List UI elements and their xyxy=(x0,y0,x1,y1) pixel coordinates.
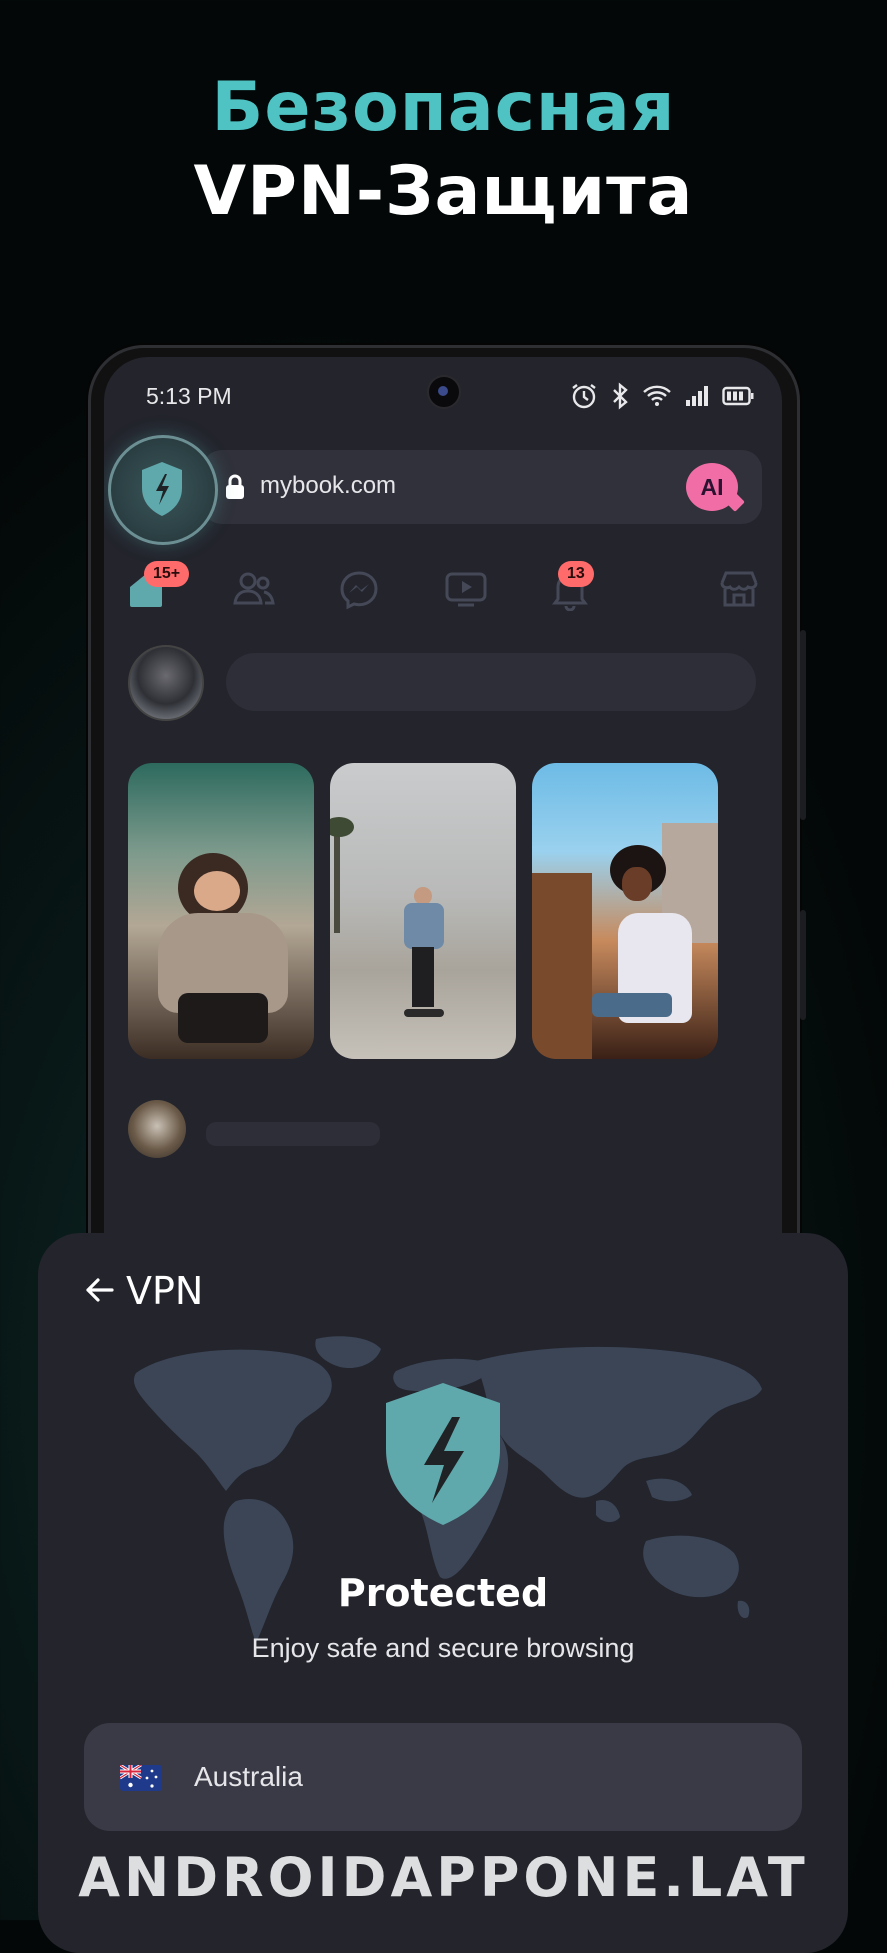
user-avatar[interactable] xyxy=(128,645,204,721)
country-selector[interactable]: Australia xyxy=(84,1723,802,1831)
nav-friends[interactable] xyxy=(232,569,276,613)
post-composer-input[interactable] xyxy=(226,653,756,711)
vpn-button[interactable] xyxy=(108,435,218,545)
address-bar[interactable]: mybook.com AI xyxy=(202,450,762,524)
australia-flag-icon xyxy=(120,1765,162,1791)
lock-icon xyxy=(226,474,244,499)
post-avatar[interactable] xyxy=(128,1100,186,1158)
nav-home[interactable]: 15+ xyxy=(126,561,190,613)
alarm-icon xyxy=(572,384,596,409)
promo-headline-line2: VPN-Защита xyxy=(193,152,694,231)
front-camera xyxy=(427,375,461,409)
shield-bolt-icon xyxy=(386,1383,500,1525)
vpn-status-title: Protected xyxy=(337,1571,549,1615)
story-card[interactable] xyxy=(330,763,516,1059)
url-text: mybook.com xyxy=(260,472,397,499)
post-author-placeholder xyxy=(206,1122,380,1146)
status-bar: 5:13 PM xyxy=(104,357,782,437)
nav-video[interactable] xyxy=(444,569,488,613)
wifi-icon xyxy=(643,385,671,406)
nav-messenger[interactable] xyxy=(338,569,382,613)
notifications-badge: 13 xyxy=(558,561,594,587)
story-card[interactable] xyxy=(532,763,718,1059)
nav-marketplace[interactable] xyxy=(718,569,762,613)
phone-side-button xyxy=(800,910,806,1020)
signal-icon xyxy=(686,386,708,406)
home-badge: 15+ xyxy=(144,561,190,587)
social-nav: 15+ 13 xyxy=(104,557,782,637)
vpn-panel-title: VPN xyxy=(126,1269,204,1313)
vpn-status-subtitle: Enjoy safe and secure browsing xyxy=(251,1633,635,1663)
bluetooth-icon xyxy=(613,382,628,410)
phone-side-button xyxy=(800,630,806,820)
watermark-text: ANDROIDAPPONE.LAT xyxy=(78,1846,809,1909)
country-name: Australia xyxy=(194,1761,303,1792)
nav-notifications[interactable]: 13 xyxy=(550,561,594,613)
promo-headline-line1: Безопасная xyxy=(211,68,676,147)
video-icon xyxy=(445,572,487,607)
story-card[interactable] xyxy=(128,763,314,1059)
ai-button[interactable]: AI xyxy=(686,463,738,511)
shield-bolt-icon xyxy=(142,462,182,516)
vpn-panel: VPN Protected Enjoy safe and secure brow… xyxy=(38,1233,848,1953)
marketplace-icon xyxy=(720,571,758,607)
battery-icon xyxy=(722,386,754,406)
back-arrow-icon[interactable] xyxy=(82,1275,116,1305)
messenger-icon xyxy=(340,571,378,610)
friends-icon xyxy=(233,572,275,605)
status-time: 5:13 PM xyxy=(146,383,232,409)
